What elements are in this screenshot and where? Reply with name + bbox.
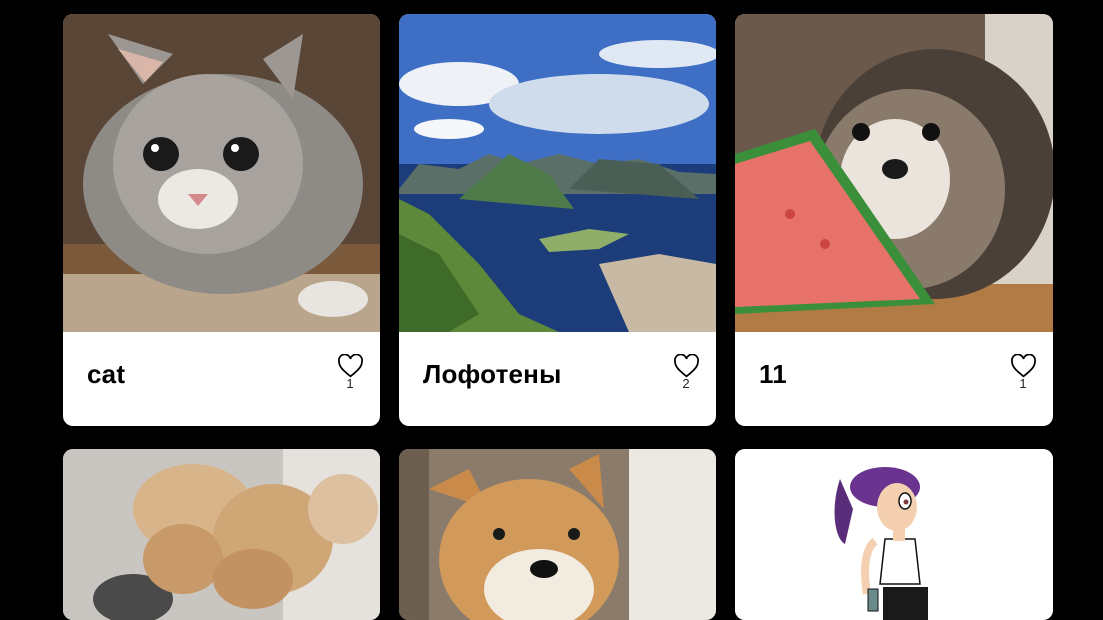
heart-icon	[673, 354, 699, 378]
card-title: cat	[87, 359, 126, 389]
card-title: 11	[759, 359, 787, 389]
photo-card: 11 1	[735, 14, 1053, 426]
like-button[interactable]: 2	[672, 354, 700, 391]
photo-card	[63, 449, 380, 620]
heart-icon	[337, 354, 363, 378]
card-image[interactable]	[735, 449, 1053, 620]
photo-card: cat 1	[63, 14, 380, 426]
card-image[interactable]	[63, 449, 380, 620]
card-image[interactable]	[63, 14, 380, 332]
like-button[interactable]: 1	[336, 354, 364, 391]
card-info: Лофотены 2	[399, 332, 716, 426]
card-grid: cat 1 Лофотены 2 11 1	[63, 14, 1053, 620]
card-image[interactable]	[399, 14, 716, 332]
card-title: Лофотены	[423, 359, 562, 389]
heart-icon	[1010, 354, 1036, 378]
like-count: 1	[346, 376, 354, 391]
photo-card: Лофотены 2	[399, 14, 716, 426]
like-count: 2	[682, 376, 690, 391]
card-image[interactable]	[399, 449, 716, 620]
like-count: 1	[1019, 376, 1027, 391]
card-info: 11 1	[735, 332, 1053, 426]
photo-card	[735, 449, 1053, 620]
like-button[interactable]: 1	[1009, 354, 1037, 391]
card-image[interactable]	[735, 14, 1053, 332]
photo-card	[399, 449, 716, 620]
card-info: cat 1	[63, 332, 380, 426]
